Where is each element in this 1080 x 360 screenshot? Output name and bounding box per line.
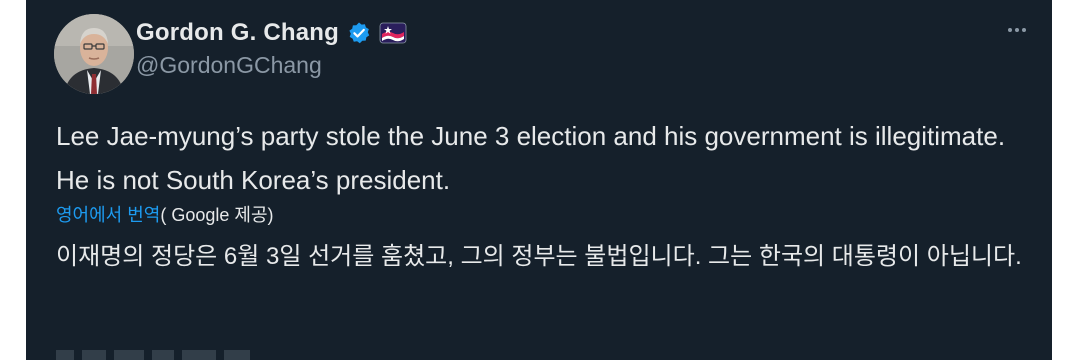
affiliate-flag-icon[interactable]	[379, 21, 407, 45]
translation-provider: ( Google 제공)	[160, 205, 274, 225]
verified-badge-icon[interactable]	[347, 21, 371, 45]
cut-off-content	[56, 344, 296, 360]
translated-tweet-text: 이재명의 정당은 6월 3일 선거를 훔쳤고, 그의 정부는 불법입니다. 그는…	[56, 243, 1022, 270]
translation-attribution: 영어에서 번역( Google 제공)	[56, 203, 274, 227]
display-name[interactable]: Gordon G. Chang	[136, 19, 339, 47]
avatar-photo	[54, 14, 134, 94]
tweet-text: Lee Jae-myung’s party stole the June 3 e…	[56, 121, 1006, 195]
more-options-icon[interactable]	[1002, 18, 1032, 42]
author-name-row: Gordon G. Chang	[136, 16, 407, 50]
translated-from-link[interactable]: 영어에서 번역	[56, 205, 160, 225]
tweet-card[interactable]: Gordon G. Chang @GordonGChang Lee Jae-my…	[26, 0, 1052, 360]
avatar[interactable]	[54, 14, 134, 94]
user-handle[interactable]: @GordonGChang	[136, 52, 322, 79]
